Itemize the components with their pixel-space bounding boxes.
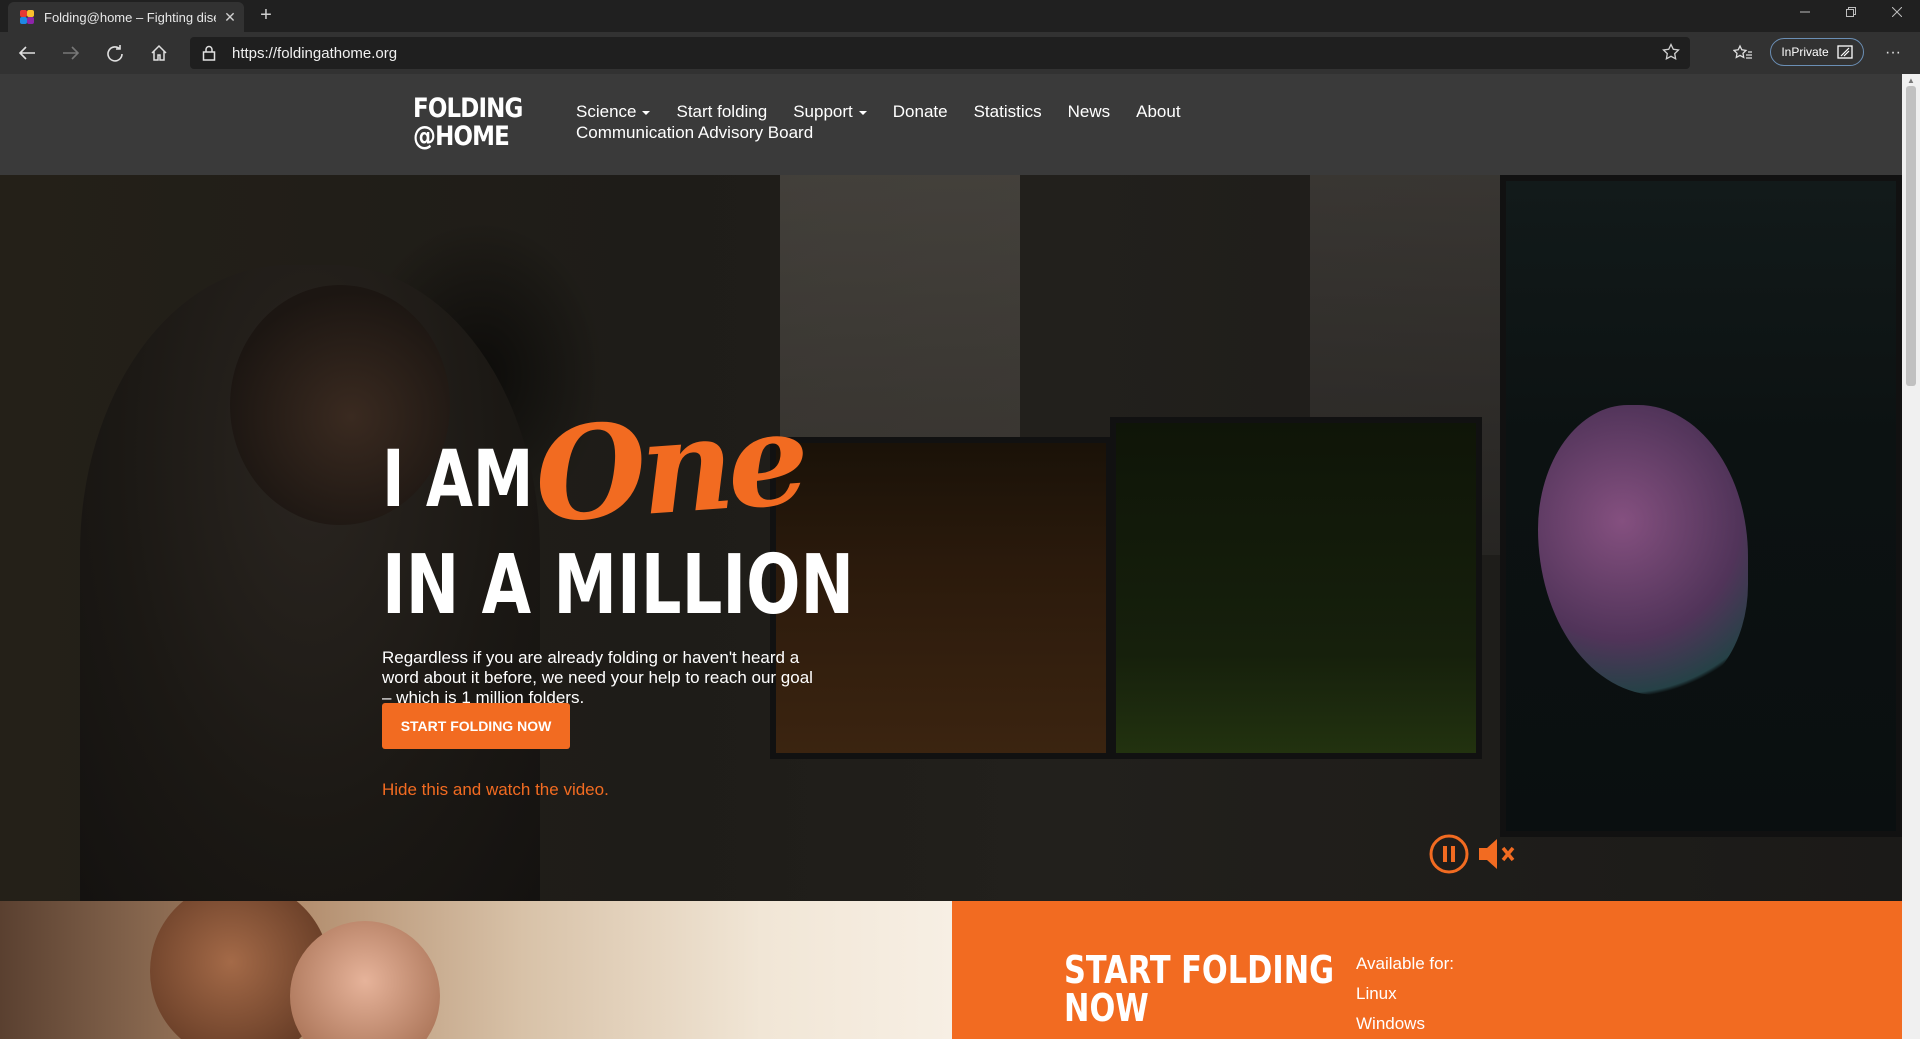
url-text[interactable]: https://foldingathome.org <box>232 45 397 62</box>
headline-i-am: I AM <box>382 435 534 525</box>
restore-icon <box>1846 7 1856 17</box>
minimize-window-button[interactable] <box>1782 0 1828 24</box>
hero-description: Regardless if you are already folding or… <box>382 648 813 707</box>
address-bar[interactable]: https://foldingathome.org <box>190 37 1690 69</box>
nav-donate[interactable]: Donate <box>893 101 948 122</box>
home-button[interactable] <box>144 39 174 67</box>
start-folding-title-line-2: NOW <box>1064 986 1149 1030</box>
nav-science[interactable]: Science <box>576 101 651 122</box>
tab-title: Folding@home – Fighting disea <box>44 9 216 25</box>
hero-section: I AM One IN A MILLION Regardless if you … <box>0 175 1902 901</box>
available-platforms: Available for: Linux Windows <box>1356 949 1454 1039</box>
nav-support-label: Support <box>793 102 853 121</box>
start-folding-title: START FOLDING NOW <box>1064 951 1334 1027</box>
mute-icon[interactable] <box>1477 833 1521 875</box>
start-folding-title-line-1: START FOLDING <box>1064 948 1335 992</box>
start-folding-now-button[interactable]: START FOLDING NOW <box>382 703 570 749</box>
inprivate-badge[interactable]: InPrivate <box>1770 38 1864 66</box>
start-folding-section: START FOLDING NOW Available for: Linux W… <box>0 901 1902 1039</box>
platform-windows-link[interactable]: Windows <box>1356 1009 1454 1039</box>
pause-icon[interactable] <box>1428 833 1470 875</box>
start-folding-panel: START FOLDING NOW Available for: Linux W… <box>952 901 1902 1039</box>
people-photo <box>0 901 952 1039</box>
close-icon <box>1892 7 1902 17</box>
browser-tab-bar: Folding@home – Fighting disea ✕ + <box>0 0 1920 32</box>
nav-support[interactable]: Support <box>793 101 867 122</box>
logo-line-1: FOLDING <box>413 93 523 124</box>
site-header: FOLDING @HOME Science Start folding Suppor… <box>0 74 1902 175</box>
lock-icon <box>202 45 216 61</box>
nav-communication-advisory-board[interactable]: Communication Advisory Board <box>576 122 813 143</box>
arrow-right-icon <box>63 46 80 60</box>
caret-down-icon <box>642 110 651 115</box>
arrow-left-icon <box>18 46 35 60</box>
nav-start-folding[interactable]: Start folding <box>676 101 767 122</box>
inprivate-icon <box>1837 45 1853 59</box>
favorites-button[interactable] <box>1728 39 1758 67</box>
watch-video-link[interactable]: Hide this and watch the video. <box>382 780 609 800</box>
favorite-star-icon[interactable] <box>1662 43 1680 61</box>
foldingathome-favicon-icon <box>20 10 34 24</box>
nav-about[interactable]: About <box>1136 101 1180 122</box>
page-viewport: FOLDING @HOME Science Start folding Suppor… <box>0 74 1902 1039</box>
forward-button[interactable] <box>56 39 86 67</box>
main-nav: Science Start folding Support Donate Statist… <box>576 101 1236 143</box>
logo-line-2: @HOME <box>413 121 510 152</box>
favorites-list-icon <box>1733 44 1752 59</box>
platform-linux-link[interactable]: Linux <box>1356 979 1454 1009</box>
refresh-button[interactable] <box>100 39 130 67</box>
caret-down-icon <box>858 110 867 115</box>
foldingathome-logo[interactable]: FOLDING @HOME <box>413 95 523 151</box>
headline-one-script: One <box>530 383 808 553</box>
refresh-icon <box>107 45 123 62</box>
background-monitor <box>1110 417 1482 759</box>
minimize-icon <box>1800 11 1810 13</box>
close-window-button[interactable] <box>1874 0 1920 24</box>
new-tab-button[interactable]: + <box>254 4 278 27</box>
nav-news[interactable]: News <box>1068 101 1111 122</box>
nav-statistics[interactable]: Statistics <box>974 101 1042 122</box>
available-for-label: Available for: <box>1356 954 1454 973</box>
nav-science-label: Science <box>576 102 637 121</box>
inprivate-label: InPrivate <box>1781 45 1829 59</box>
settings-menu-button[interactable]: ··· <box>1878 39 1908 67</box>
scrollbar-thumb[interactable] <box>1906 86 1916 386</box>
browser-toolbar: https://foldingathome.org InPrivate ··· <box>0 32 1920 74</box>
browser-tab[interactable]: Folding@home – Fighting disea ✕ <box>8 2 244 32</box>
back-button[interactable] <box>12 39 42 67</box>
home-icon <box>151 44 167 61</box>
vertical-scrollbar[interactable]: ▲ <box>1902 74 1920 1039</box>
headline-in-a-million: IN A MILLION <box>382 538 855 633</box>
restore-window-button[interactable] <box>1828 0 1874 24</box>
scroll-up-icon[interactable]: ▲ <box>1906 76 1916 86</box>
tab-close-icon[interactable]: ✕ <box>222 9 238 26</box>
